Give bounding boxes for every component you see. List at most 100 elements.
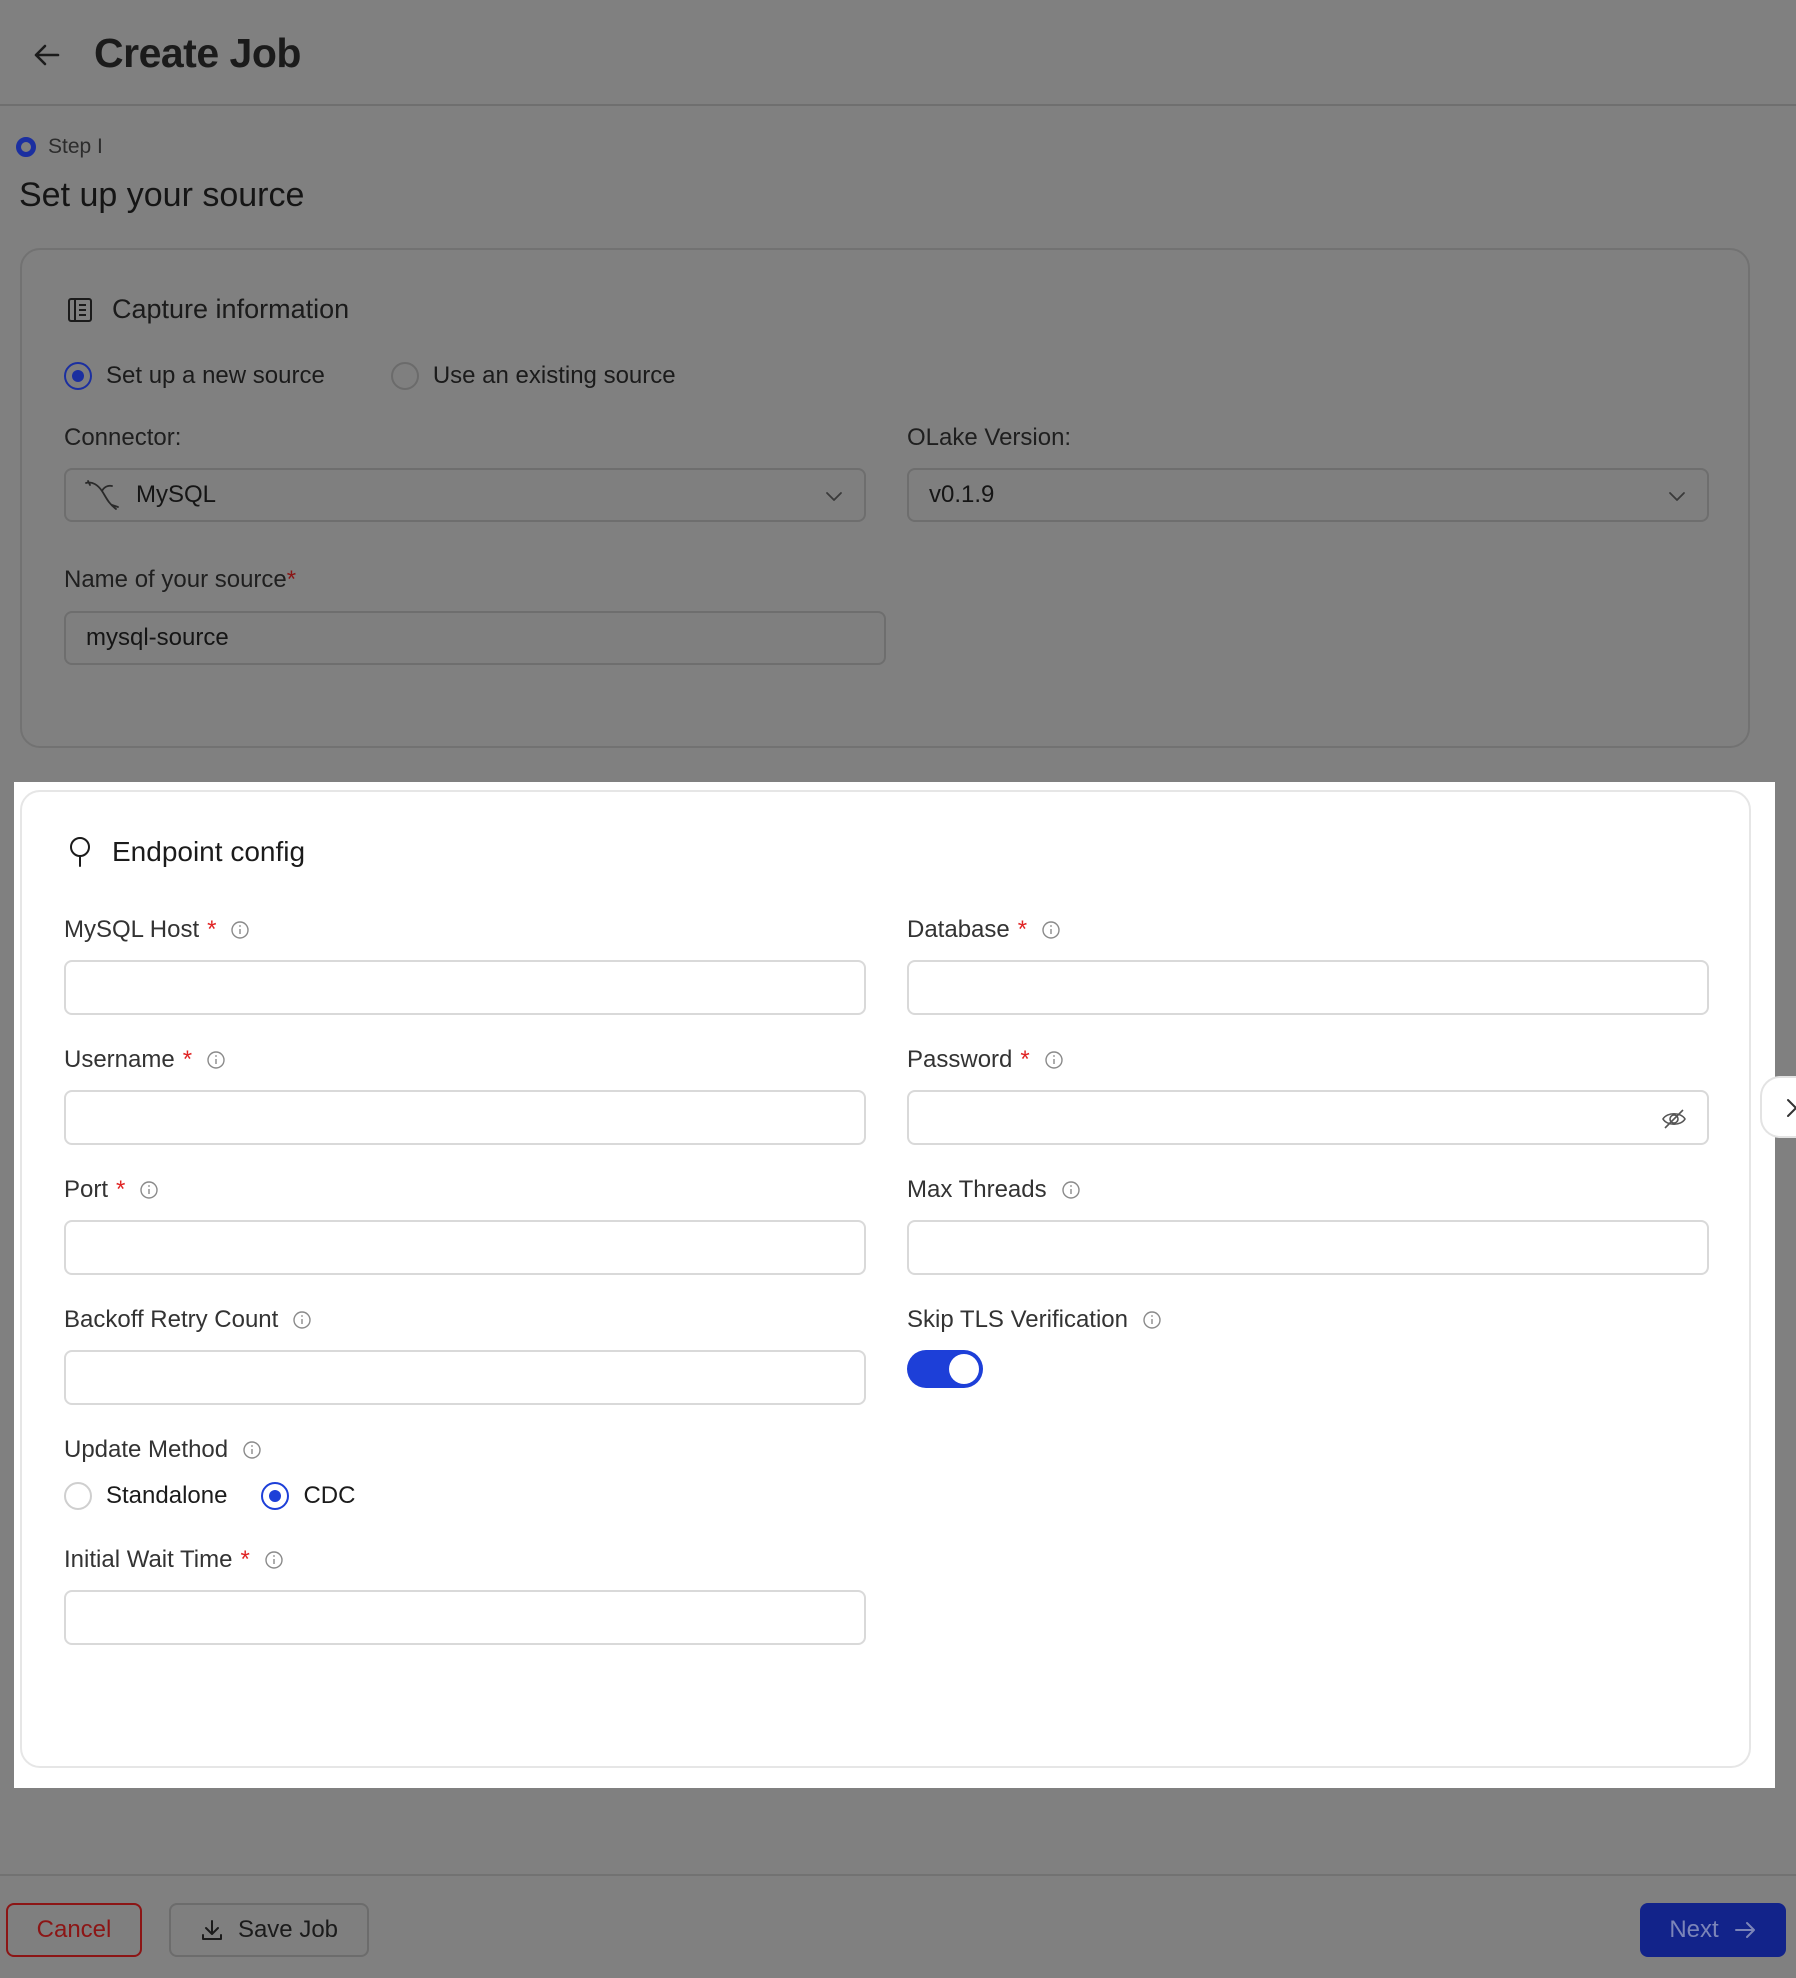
chevron-right-icon bbox=[1787, 1099, 1796, 1117]
chevron-down-icon bbox=[826, 492, 842, 501]
info-icon[interactable] bbox=[1142, 1310, 1162, 1330]
toggle-knob bbox=[949, 1354, 979, 1384]
initial-wait-time-input[interactable] bbox=[64, 1590, 866, 1645]
version-select[interactable]: v0.1.9 bbox=[907, 468, 1709, 522]
radio-existing-source-label: Use an existing source bbox=[432, 362, 676, 389]
database-label: Database * bbox=[907, 916, 1061, 944]
radio-existing-source[interactable]: Use an existing source bbox=[390, 362, 676, 390]
back-arrow-icon[interactable] bbox=[30, 38, 64, 72]
skip-tls-toggle[interactable] bbox=[907, 1350, 983, 1388]
step-dot-icon bbox=[16, 137, 36, 157]
pin-icon bbox=[70, 837, 90, 867]
arrow-right-icon bbox=[1734, 1922, 1755, 1938]
update-method-radio-group: Standalone CDC bbox=[64, 1482, 355, 1510]
step-indicator: Step I bbox=[16, 134, 103, 160]
update-method-label: Update Method bbox=[64, 1436, 262, 1464]
initial-wait-time-label: Initial Wait Time * bbox=[64, 1546, 284, 1574]
endpoint-card-header: Endpoint config bbox=[66, 836, 305, 868]
required-marker: * bbox=[286, 566, 297, 593]
mysql-host-label-text: MySQL Host bbox=[64, 916, 200, 943]
save-job-label: Save Job bbox=[237, 1916, 339, 1943]
cancel-button[interactable]: Cancel bbox=[6, 1903, 142, 1957]
connector-select[interactable]: MySQL bbox=[64, 468, 866, 522]
source-mode-radio-group: Set up a new source Use an existing sour… bbox=[64, 362, 676, 390]
radio-standalone-control[interactable] bbox=[64, 1482, 92, 1510]
connector-value: MySQL bbox=[136, 481, 217, 508]
capture-card-header: Capture information bbox=[66, 294, 349, 325]
backoff-retry-label-text: Backoff Retry Count bbox=[64, 1306, 279, 1333]
version-label: OLake Version: bbox=[907, 424, 1072, 451]
radio-cdc-control[interactable] bbox=[261, 1482, 290, 1510]
skip-tls-label-text: Skip TLS Verification bbox=[907, 1306, 1129, 1333]
required-marker: * bbox=[1020, 1046, 1030, 1073]
port-label-text: Port bbox=[64, 1176, 109, 1203]
endpoint-config-card: Endpoint config MySQL Host * Database * … bbox=[20, 790, 1751, 1768]
radio-existing-source-control[interactable] bbox=[390, 362, 419, 390]
radio-standalone-label: Standalone bbox=[106, 1482, 228, 1509]
username-label-text: Username bbox=[64, 1046, 175, 1073]
footer-divider bbox=[0, 1874, 1796, 1876]
save-job-button[interactable]: Save Job bbox=[169, 1903, 369, 1957]
initial-wait-time-label-text: Initial Wait Time bbox=[64, 1546, 233, 1573]
radio-new-source[interactable]: Set up a new source bbox=[64, 362, 325, 390]
username-label: Username * bbox=[64, 1046, 226, 1074]
info-icon[interactable] bbox=[264, 1550, 284, 1570]
radio-cdc[interactable]: CDC bbox=[261, 1482, 355, 1510]
mysql-host-label: MySQL Host * bbox=[64, 916, 250, 944]
source-name-label-text: Name of your source bbox=[64, 566, 287, 593]
port-input[interactable] bbox=[64, 1220, 866, 1275]
next-button[interactable]: Next bbox=[1640, 1903, 1786, 1957]
required-marker: * bbox=[182, 1046, 193, 1073]
step-label: Step I bbox=[48, 135, 103, 158]
info-icon[interactable] bbox=[1041, 920, 1061, 940]
update-method-label-text: Update Method bbox=[64, 1436, 229, 1463]
required-marker: * bbox=[116, 1176, 126, 1203]
page-header: Create Job bbox=[0, 0, 1796, 106]
source-name-label: Name of your source* bbox=[64, 566, 296, 594]
radio-new-source-control[interactable] bbox=[64, 362, 92, 390]
password-input[interactable] bbox=[907, 1090, 1709, 1145]
eye-hidden-icon[interactable] bbox=[1661, 1106, 1687, 1132]
info-icon[interactable] bbox=[292, 1310, 312, 1330]
capture-information-card: Capture information Set up a new source … bbox=[20, 248, 1750, 748]
radio-new-source-label: Set up a new source bbox=[106, 362, 325, 389]
mysql-dolphin-icon bbox=[85, 480, 119, 510]
database-label-text: Database bbox=[907, 916, 1010, 943]
password-label-text: Password bbox=[907, 1046, 1013, 1073]
document-icon bbox=[68, 297, 92, 322]
mysql-host-input[interactable] bbox=[64, 960, 866, 1015]
username-input[interactable] bbox=[64, 1090, 866, 1145]
endpoint-card-title: Endpoint config bbox=[112, 836, 306, 867]
connector-label: Connector: bbox=[64, 424, 182, 451]
source-name-value: mysql-source bbox=[86, 624, 229, 651]
info-icon[interactable] bbox=[1061, 1180, 1081, 1200]
backoff-retry-input[interactable] bbox=[64, 1350, 866, 1405]
skip-tls-label: Skip TLS Verification bbox=[907, 1306, 1162, 1334]
info-icon[interactable] bbox=[206, 1050, 226, 1070]
required-marker: * bbox=[240, 1546, 250, 1573]
chevron-down-icon bbox=[1669, 492, 1685, 501]
info-icon[interactable] bbox=[230, 920, 250, 940]
required-marker: * bbox=[1017, 916, 1028, 943]
source-name-input[interactable]: mysql-source bbox=[64, 611, 886, 665]
port-label: Port * bbox=[64, 1176, 159, 1204]
info-icon[interactable] bbox=[1044, 1050, 1064, 1070]
side-panel-toggle[interactable] bbox=[1760, 1076, 1796, 1138]
max-threads-label-text: Max Threads bbox=[907, 1176, 1047, 1203]
section-title: Set up your source bbox=[19, 176, 305, 214]
info-icon[interactable] bbox=[242, 1440, 262, 1460]
required-marker: * bbox=[207, 916, 217, 943]
download-icon bbox=[201, 1920, 222, 1940]
info-icon[interactable] bbox=[139, 1180, 159, 1200]
capture-card-title: Capture information bbox=[112, 294, 350, 324]
password-label: Password * bbox=[907, 1046, 1064, 1074]
max-threads-input[interactable] bbox=[907, 1220, 1709, 1275]
page-title: Create Job bbox=[94, 30, 301, 76]
backoff-retry-label: Backoff Retry Count bbox=[64, 1306, 312, 1334]
radio-cdc-label: CDC bbox=[303, 1482, 356, 1509]
version-value: v0.1.9 bbox=[929, 481, 995, 508]
database-input[interactable] bbox=[907, 960, 1709, 1015]
max-threads-label: Max Threads bbox=[907, 1176, 1081, 1204]
radio-standalone[interactable]: Standalone bbox=[64, 1482, 227, 1510]
next-label: Next bbox=[1669, 1916, 1719, 1943]
